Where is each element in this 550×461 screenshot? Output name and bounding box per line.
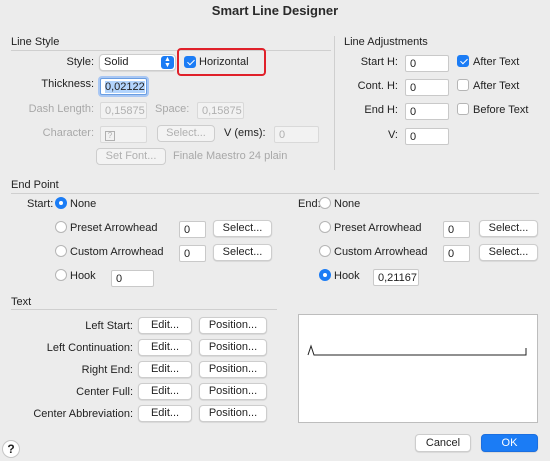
start-preset-arrowhead-label: Preset Arrowhead [70, 222, 158, 234]
left-start-edit-button[interactable]: Edit... [138, 317, 192, 334]
start-h-input[interactable]: 0 [405, 55, 449, 72]
line-style-section-label: Line Style [11, 36, 60, 48]
thickness-input[interactable]: 0,02122 [100, 78, 147, 95]
line-style-divider [11, 50, 331, 51]
preview-line-with-hook [307, 344, 527, 356]
v-ems-input[interactable]: 0 [274, 126, 319, 143]
right-end-label: Right End: [81, 364, 133, 376]
end-label: End: [298, 198, 321, 210]
end-point-section-label: End Point [11, 179, 59, 191]
left-start-position-button[interactable]: Position... [199, 317, 267, 334]
style-select-value: Solid [104, 56, 129, 68]
center-full-edit-button[interactable]: Edit... [138, 383, 192, 400]
end-custom-select-button[interactable]: Select... [479, 244, 538, 261]
start-custom-arrowhead-radio[interactable] [55, 245, 67, 257]
end-hook-radio[interactable] [319, 269, 331, 281]
left-continuation-label: Left Continuation: [46, 342, 133, 354]
style-select[interactable]: Solid ▲ ▼ [99, 54, 176, 71]
start-custom-select-button[interactable]: Select... [213, 244, 272, 261]
updown-chevron-icon: ▲ ▼ [161, 56, 174, 69]
before-text-label: Before Text [473, 104, 529, 116]
start-preset-arrowhead-radio[interactable] [55, 221, 67, 233]
end-preset-arrowhead-input[interactable]: 0 [443, 221, 470, 238]
section-vertical-divider [334, 36, 335, 170]
end-custom-arrowhead-label: Custom Arrowhead [334, 246, 428, 258]
center-abbreviation-label: Center Abbreviation: [33, 408, 133, 420]
end-h-input[interactable]: 0 [405, 103, 449, 120]
left-continuation-edit-button[interactable]: Edit... [138, 339, 192, 356]
end-point-divider [11, 193, 539, 194]
end-hook-label: Hook [334, 270, 360, 282]
start-hook-input[interactable]: 0 [111, 270, 154, 287]
right-end-position-button[interactable]: Position... [199, 361, 267, 378]
horizontal-checkbox[interactable] [184, 56, 196, 68]
center-abbreviation-position-button[interactable]: Position... [199, 405, 267, 422]
cont-h-label: Cont. H: [357, 80, 398, 92]
end-preset-arrowhead-radio[interactable] [319, 221, 331, 233]
space-label: Space: [155, 103, 190, 115]
after-text-checkbox-2[interactable] [457, 79, 469, 91]
start-label: Start: [27, 198, 54, 210]
after-text-checkbox-1[interactable] [457, 55, 469, 67]
style-label: Style: [66, 56, 94, 68]
help-button[interactable]: ? [2, 440, 20, 458]
end-preset-select-button[interactable]: Select... [479, 220, 538, 237]
end-hook-input[interactable]: 0,21167 [373, 269, 419, 286]
end-none-label: None [334, 198, 361, 210]
text-divider [11, 309, 277, 310]
v-input[interactable]: 0 [405, 128, 449, 145]
cont-h-input[interactable]: 0 [405, 79, 449, 96]
character-label: Character: [42, 127, 94, 139]
dash-length-label: Dash Length: [28, 103, 94, 115]
start-preset-select-button[interactable]: Select... [213, 220, 272, 237]
end-none-radio[interactable] [319, 197, 331, 209]
end-h-label: End H: [364, 104, 398, 116]
start-preset-arrowhead-input[interactable]: 0 [179, 221, 206, 238]
start-custom-arrowhead-label: Custom Arrowhead [70, 246, 164, 258]
text-section-label: Text [11, 296, 32, 308]
start-custom-arrowhead-input[interactable]: 0 [179, 245, 206, 262]
center-abbreviation-edit-button[interactable]: Edit... [138, 405, 192, 422]
v-ems-label: V (ems): [224, 127, 266, 139]
before-text-checkbox[interactable] [457, 103, 469, 115]
left-continuation-position-button[interactable]: Position... [199, 339, 267, 356]
after-text-label-1: After Text [473, 56, 520, 68]
character-input[interactable]: ? [100, 126, 147, 143]
end-preset-arrowhead-label: Preset Arrowhead [334, 222, 422, 234]
after-text-label-2: After Text [473, 80, 520, 92]
v-label: V: [388, 129, 398, 141]
start-none-label: None [70, 198, 97, 210]
ok-button[interactable]: OK [481, 434, 538, 452]
center-full-position-button[interactable]: Position... [199, 383, 267, 400]
thickness-value: 0,02122 [105, 81, 145, 93]
line-preview-pane [298, 314, 538, 423]
line-preview-graphic [307, 344, 527, 356]
set-font-button[interactable]: Set Font... [96, 148, 166, 165]
start-h-label: Start H: [360, 56, 398, 68]
character-select-button[interactable]: Select... [157, 125, 215, 142]
dialog-title: Smart Line Designer [211, 3, 339, 18]
end-custom-arrowhead-radio[interactable] [319, 245, 331, 257]
horizontal-label: Horizontal [199, 56, 249, 68]
left-start-label: Left Start: [85, 320, 133, 332]
right-end-edit-button[interactable]: Edit... [138, 361, 192, 378]
start-none-radio[interactable] [55, 197, 67, 209]
cancel-button[interactable]: Cancel [415, 434, 471, 452]
end-custom-arrowhead-input[interactable]: 0 [443, 245, 470, 262]
center-full-label: Center Full: [76, 386, 133, 398]
thickness-label: Thickness: [41, 78, 94, 90]
dash-length-input[interactable]: 0,15875 [100, 102, 147, 119]
space-input[interactable]: 0,15875 [197, 102, 244, 119]
line-adjustments-section-label: Line Adjustments [344, 36, 428, 48]
font-info: Finale Maestro 24 plain [173, 150, 288, 162]
character-glyph: ? [105, 131, 115, 141]
start-hook-label: Hook [70, 270, 96, 282]
start-hook-radio[interactable] [55, 269, 67, 281]
